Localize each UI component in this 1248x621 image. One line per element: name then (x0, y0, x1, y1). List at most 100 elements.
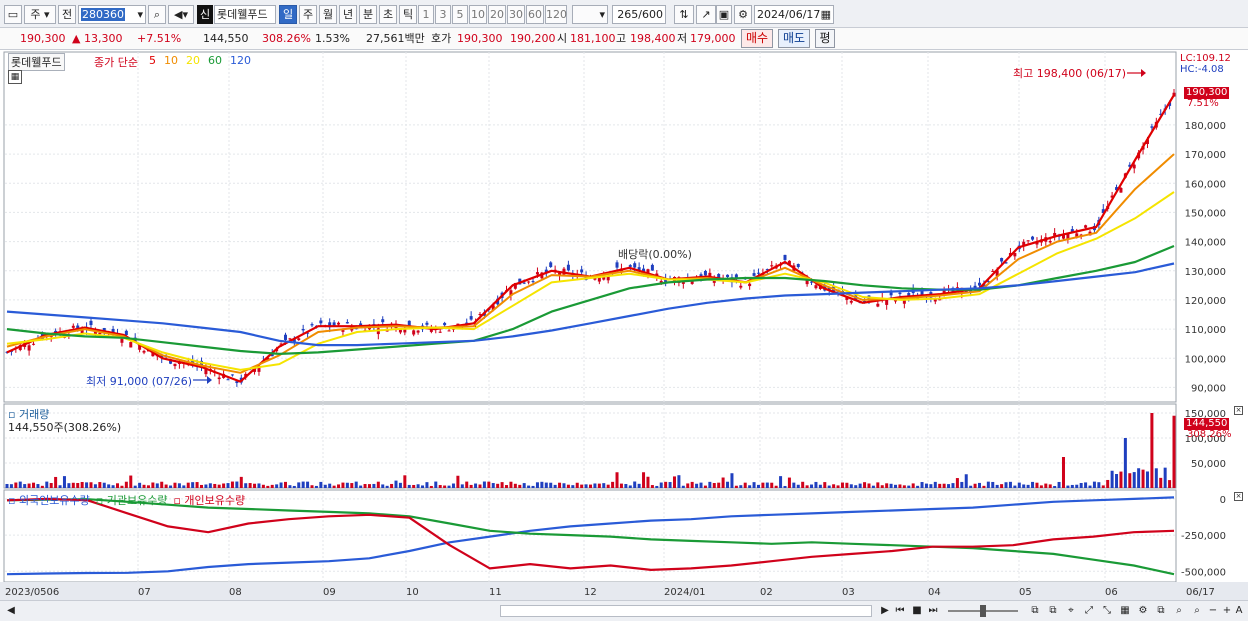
volume-bar (1123, 438, 1127, 488)
speaker-icon[interactable]: ◀▾ (168, 5, 194, 24)
interval-select[interactable]: ▾ (572, 5, 608, 24)
volume-bar (924, 483, 928, 488)
save-icon[interactable]: ▣ (716, 5, 732, 24)
period-tab-5[interactable]: 초 (379, 5, 397, 24)
zoom-out-icon[interactable]: − (1206, 604, 1220, 618)
close-icon[interactable]: × (1234, 406, 1243, 415)
volume-bar (867, 483, 871, 488)
period-tab-6[interactable]: 틱 (399, 5, 417, 24)
volume-bar (133, 485, 137, 488)
volume-bar (319, 481, 323, 488)
volume-bar (328, 483, 332, 488)
volume-bar (1035, 482, 1039, 488)
y-tick-label: 120,000 (1185, 296, 1226, 307)
volume-bar (522, 483, 526, 488)
expand-icon[interactable]: ⤡ (1100, 604, 1114, 618)
market-select[interactable]: 주 ▾ (24, 5, 56, 24)
layout-icon[interactable]: ▭ (4, 5, 22, 24)
volume-bar (363, 484, 367, 488)
volume-bar (580, 484, 584, 488)
calendar-icon[interactable]: ▦ (821, 6, 831, 23)
magnifier-icon[interactable]: ⌕ (1172, 604, 1186, 618)
stock-chart[interactable]: 180,000 170,000 160,000 150,000 140,000 130,0… (0, 50, 1248, 600)
volume-bar (403, 475, 407, 488)
view-icon[interactable]: ⧉ (1046, 604, 1060, 618)
prev-button[interactable]: 전 (58, 5, 76, 24)
volume-bar (314, 485, 318, 488)
indicator-icon[interactable]: ⇅ (674, 5, 694, 24)
volume-bar (447, 485, 451, 488)
code-input[interactable]: 280360 ▾ (78, 5, 146, 24)
tool-icon[interactable]: ↗ (696, 5, 716, 24)
open-label: 시 (557, 32, 568, 45)
volume-bar (248, 483, 252, 488)
volume-bar (451, 483, 455, 488)
candle-body (403, 329, 407, 333)
volume-bar (783, 485, 787, 488)
candle-body (416, 330, 420, 333)
date-input[interactable]: 2024/06/17 ▦ (754, 5, 834, 24)
count-input[interactable]: 265/600 (612, 5, 666, 24)
volume-bar (619, 483, 623, 488)
volume-bar (615, 472, 619, 488)
sell-button[interactable]: 매도 (778, 29, 810, 48)
period-tab-2[interactable]: 월 (319, 5, 337, 24)
interval-tab-1[interactable]: 1 (418, 5, 434, 24)
scroll-left-icon[interactable]: ◀ (4, 604, 18, 618)
zoom-slider-handle[interactable] (980, 605, 986, 617)
search-icon[interactable]: ⌕ (148, 5, 166, 24)
fast-forward-icon[interactable]: ⏭ (926, 604, 940, 618)
volume-bar (465, 481, 469, 488)
gear-icon[interactable]: ⚙ (734, 5, 752, 24)
volume-bar (1008, 481, 1012, 488)
volume-bar (916, 485, 920, 488)
volume-bar (973, 483, 977, 488)
volume-bar (244, 483, 248, 488)
close-icon[interactable]: × (1234, 492, 1243, 501)
interval-tab-120[interactable]: 120 (545, 5, 567, 24)
period-tab-3[interactable]: 년 (339, 5, 357, 24)
scroll-right-icon[interactable]: ▶ (878, 604, 892, 618)
volume-bar (765, 482, 769, 488)
average-button[interactable]: 평 (815, 29, 835, 48)
interval-tab-60[interactable]: 60 (526, 5, 544, 24)
grid-icon[interactable]: ▦ (1118, 604, 1132, 618)
volume-bar (98, 482, 102, 488)
volume-bar (102, 482, 106, 488)
volume-bar (575, 482, 579, 488)
font-size-icon[interactable]: A (1232, 604, 1246, 618)
volume-bar (1088, 485, 1092, 488)
credit-badge: 신 (197, 5, 213, 24)
buy-button[interactable]: 매수 (741, 29, 773, 48)
interval-tab-3[interactable]: 3 (435, 5, 451, 24)
scroll-thumb[interactable] (500, 605, 872, 617)
candle-body (1150, 126, 1154, 128)
interval-tab-20[interactable]: 20 (488, 5, 506, 24)
copy-icon[interactable]: ⧉ (1154, 604, 1168, 618)
search-icon[interactable]: ⌕ (1190, 604, 1204, 618)
settings-icon[interactable]: ⚙ (1136, 604, 1150, 618)
crosshair-icon[interactable]: ⌖ (1064, 604, 1078, 618)
period-tab-0[interactable]: 일 (279, 5, 297, 24)
rewind-icon[interactable]: ⏮ (893, 604, 907, 618)
chart-scrollbar[interactable]: ◀ ▶ ⏮ ■ ⏭ ⧉ ⧉ ⌖ ⤢ ⤡ ▦ ⚙ ⧉ ⌕ ⌕ − + A (0, 600, 1248, 621)
interval-tab-30[interactable]: 30 (507, 5, 525, 24)
x-tick-label: 07 (138, 587, 151, 598)
interval-tab-5[interactable]: 5 (452, 5, 468, 24)
period-tab-4[interactable]: 분 (359, 5, 377, 24)
candle-body (566, 264, 570, 271)
view-icon[interactable]: ⧉ (1028, 604, 1042, 618)
candle-body (628, 265, 632, 267)
chevron-down-icon[interactable]: ▾ (137, 6, 143, 23)
volume-bar (191, 482, 195, 488)
y-tick-label: 160,000 (1185, 179, 1226, 190)
ma-legend-item: 120 (230, 54, 251, 67)
interval-tab-10[interactable]: 10 (469, 5, 487, 24)
stop-icon[interactable]: ■ (910, 604, 924, 618)
table-icon[interactable]: ▦ (8, 70, 22, 84)
count-value: 265 (617, 8, 639, 21)
volume-bar (89, 482, 93, 488)
candle-body (381, 319, 385, 323)
period-tab-1[interactable]: 주 (299, 5, 317, 24)
expand-icon[interactable]: ⤢ (1082, 604, 1096, 618)
